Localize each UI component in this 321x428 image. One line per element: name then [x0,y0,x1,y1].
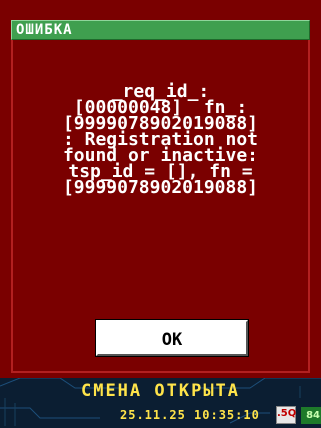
status-bar: СМЕНА ОТКРЫТА 25.11.25 10:35:10 .5Q 84 [0,378,321,428]
error-message: _req_id_: [00000048] fn_: [9999078902019… [62,81,259,198]
shift-status: СМЕНА ОТКРЫТА [80,381,241,401]
network-status-icon: .5Q [276,406,296,424]
ok-button-label: OK [161,330,183,350]
battery-icon: 84 [301,407,321,424]
datetime-display: 25.11.25 10:35:10 [120,408,260,422]
dialog-title: ОШИБКА [16,22,73,38]
network-indicator-label: .5Q [277,408,297,419]
dialog-title-bar: ОШИБКА [11,20,310,40]
error-dialog: ОШИБКА _req_id_: [00000048] fn_: [999907… [0,0,321,378]
ok-button[interactable]: OK [95,319,249,357]
